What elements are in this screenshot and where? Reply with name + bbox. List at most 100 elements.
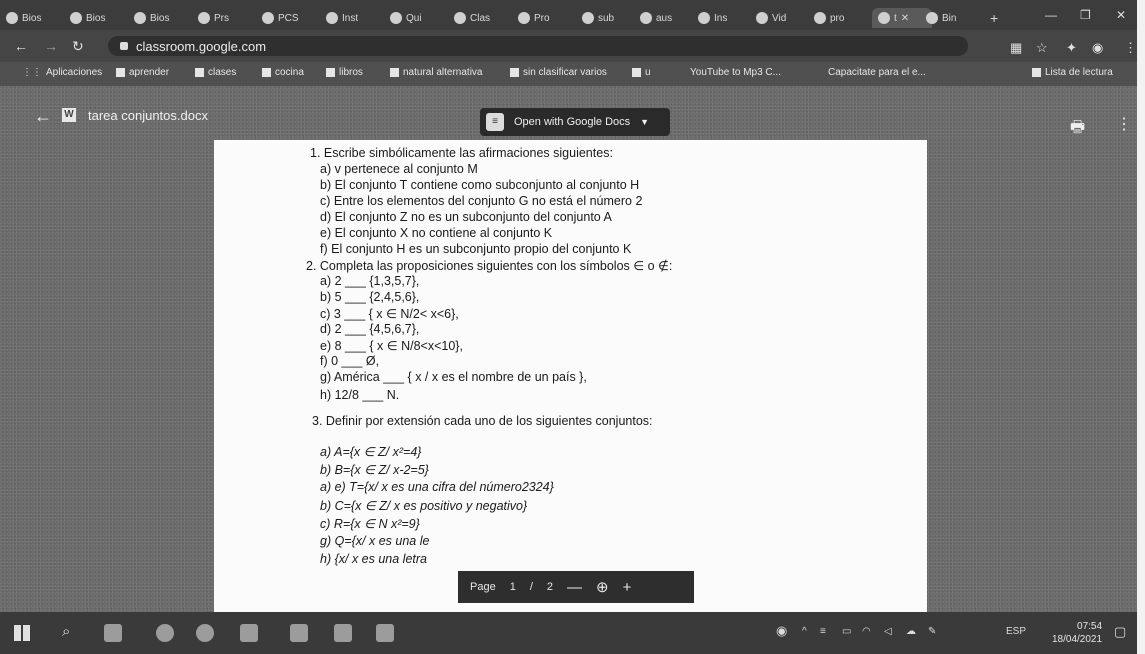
system-clock[interactable]: 07:54 18/04/2021: [1052, 620, 1102, 646]
clock-time: 07:54: [1077, 621, 1103, 632]
chevron-down-icon: ▼: [640, 117, 650, 127]
file-explorer-icon[interactable]: [240, 624, 258, 642]
list-item: d) 2 ___ {4,5,6,7},: [320, 322, 420, 336]
search-icon[interactable]: ⌕: [62, 623, 70, 640]
close-tab-icon[interactable]: ✕: [901, 13, 909, 24]
bookmark-link[interactable]: Capacitate para el e...: [828, 67, 926, 78]
browser-tab[interactable]: Vid: [756, 8, 808, 28]
bookmark-link[interactable]: YouTube to Mp3 C...: [690, 67, 781, 78]
clock-date: 18/04/2021: [1052, 634, 1103, 645]
tab-favicon-icon: [518, 12, 530, 24]
address-bar[interactable]: classroom.google.com: [108, 36, 968, 56]
list-item: b) 5 ___ {2,4,5,6},: [320, 290, 420, 304]
more-options-icon[interactable]: ⋮: [1116, 114, 1132, 134]
app-tray-icon[interactable]: ◉: [776, 623, 787, 639]
browser-tab[interactable]: Bios: [70, 8, 128, 28]
profile-avatar-icon[interactable]: ◉: [1092, 40, 1103, 56]
forward-icon[interactable]: →: [44, 38, 58, 54]
back-arrow-icon[interactable]: ←: [34, 106, 52, 127]
windows-start-icon[interactable]: [14, 625, 30, 641]
browser-tab[interactable]: Bios: [134, 8, 192, 28]
list-item: c) 3 ___ { x ∈ N/2< x<6},: [320, 307, 459, 321]
new-tab-button[interactable]: +: [990, 8, 1004, 28]
open-with-google-docs-button[interactable]: ≡ Open with Google Docs ▼: [480, 108, 670, 136]
lock-icon: [120, 42, 128, 50]
magnifier-icon[interactable]: ⊕: [596, 578, 609, 596]
browser-tab[interactable]: Clas: [454, 8, 512, 28]
browser-tab[interactable]: aus: [640, 8, 692, 28]
photos-icon[interactable]: [376, 624, 394, 642]
browser-tab[interactable]: Prs: [198, 8, 256, 28]
url-text: classroom.google.com: [136, 38, 267, 54]
browser-tab[interactable]: Pro: [518, 8, 576, 28]
question-heading: 3. Definir por extensión cada uno de los…: [312, 414, 653, 428]
task-view-icon[interactable]: [104, 624, 122, 642]
browser-tab[interactable]: Inst: [326, 8, 384, 28]
reading-list[interactable]: Lista de lectura: [1032, 67, 1113, 78]
list-item: g) Q={x/ x es una le: [320, 534, 430, 548]
folder-icon: [510, 68, 519, 77]
bookmark-folder[interactable]: libros: [326, 67, 363, 78]
browser-tab[interactable]: Bin: [926, 8, 978, 28]
zoom-in-button[interactable]: +: [623, 579, 632, 596]
cloud-icon[interactable]: ☁: [906, 626, 916, 637]
list-item: a) v pertenece al conjunto M: [320, 162, 478, 176]
wifi-icon[interactable]: ◠: [862, 626, 871, 637]
list-item: b) El conjunto T contiene como subconjun…: [320, 178, 640, 192]
tab-favicon-icon: [756, 12, 768, 24]
tab-favicon-icon: [582, 12, 594, 24]
chrome-icon[interactable]: [156, 624, 174, 642]
tab-favicon-icon: [70, 12, 82, 24]
browser-tab[interactable]: Qui: [390, 8, 448, 28]
browser-tab-active[interactable]: t ✕: [872, 8, 932, 28]
reading-list-icon: [1032, 68, 1041, 77]
bookmark-star-icon[interactable]: ☆: [1036, 40, 1048, 56]
browser-tab[interactable]: Ins: [698, 8, 750, 28]
print-icon[interactable]: 🖶: [1070, 116, 1085, 143]
viewer-header: ← W tarea conjuntos.docx ≡ Open with Goo…: [0, 86, 1145, 140]
zoom-out-button[interactable]: —: [567, 579, 582, 596]
browser-tab[interactable]: sub: [582, 8, 634, 28]
apps-grid-icon: ⋮⋮: [22, 67, 42, 78]
word-icon[interactable]: [290, 624, 308, 642]
list-item: e) El conjunto X no contiene al conjunto…: [320, 226, 553, 240]
media-icon[interactable]: [334, 624, 352, 642]
list-item: a) A={x ∈ Z/ x²=4}: [320, 445, 422, 459]
minimize-icon[interactable]: —: [1045, 8, 1057, 22]
bookmark-folder[interactable]: sin clasificar varios: [510, 67, 607, 78]
tab-favicon-icon: [134, 12, 146, 24]
bookmark-folder[interactable]: clases: [195, 67, 236, 78]
list-item: h) {x/ x es una letra: [320, 552, 428, 566]
chrome-icon[interactable]: [196, 624, 214, 642]
page-separator: /: [529, 581, 533, 593]
tab-favicon-icon: [814, 12, 826, 24]
back-icon[interactable]: ←: [14, 38, 28, 54]
notification-icon[interactable]: ▢: [1114, 624, 1126, 640]
battery-icon[interactable]: ▭: [842, 626, 851, 637]
list-item: a) e) T={x/ x es una cifra del número232…: [320, 480, 554, 494]
tab-favicon-icon: [326, 12, 338, 24]
reload-icon[interactable]: ↻: [72, 38, 84, 55]
browser-tab[interactable]: PCS: [262, 8, 320, 28]
folder-icon: [262, 68, 271, 77]
tab-favicon-icon: [454, 12, 466, 24]
current-page-input[interactable]: 1: [510, 581, 516, 593]
language-indicator[interactable]: ESP: [1006, 626, 1026, 637]
list-item: b) B={x ∈ Z/ x-2=5}: [320, 463, 429, 477]
close-window-icon[interactable]: ✕: [1116, 8, 1126, 22]
pen-icon[interactable]: ✎: [928, 626, 936, 637]
browser-tab[interactable]: pro: [814, 8, 866, 28]
extension-icon[interactable]: ▦: [1010, 40, 1022, 56]
bookmark-folder[interactable]: u: [632, 67, 651, 78]
browser-tab[interactable]: Bios: [6, 8, 64, 28]
puzzle-icon[interactable]: ✦: [1066, 40, 1077, 56]
chevron-up-icon[interactable]: ^: [802, 626, 807, 637]
network-icon[interactable]: ≡: [820, 626, 826, 637]
browser-menu-icon[interactable]: ⋮: [1124, 40, 1137, 56]
bookmark-folder[interactable]: cocina: [262, 67, 304, 78]
maximize-icon[interactable]: ❐: [1080, 8, 1091, 22]
bookmark-apps[interactable]: ⋮⋮ Aplicaciones: [22, 67, 102, 78]
bookmark-folder[interactable]: aprender: [116, 67, 169, 78]
volume-icon[interactable]: ◁: [884, 626, 892, 637]
bookmark-folder[interactable]: natural alternativa: [390, 67, 483, 78]
